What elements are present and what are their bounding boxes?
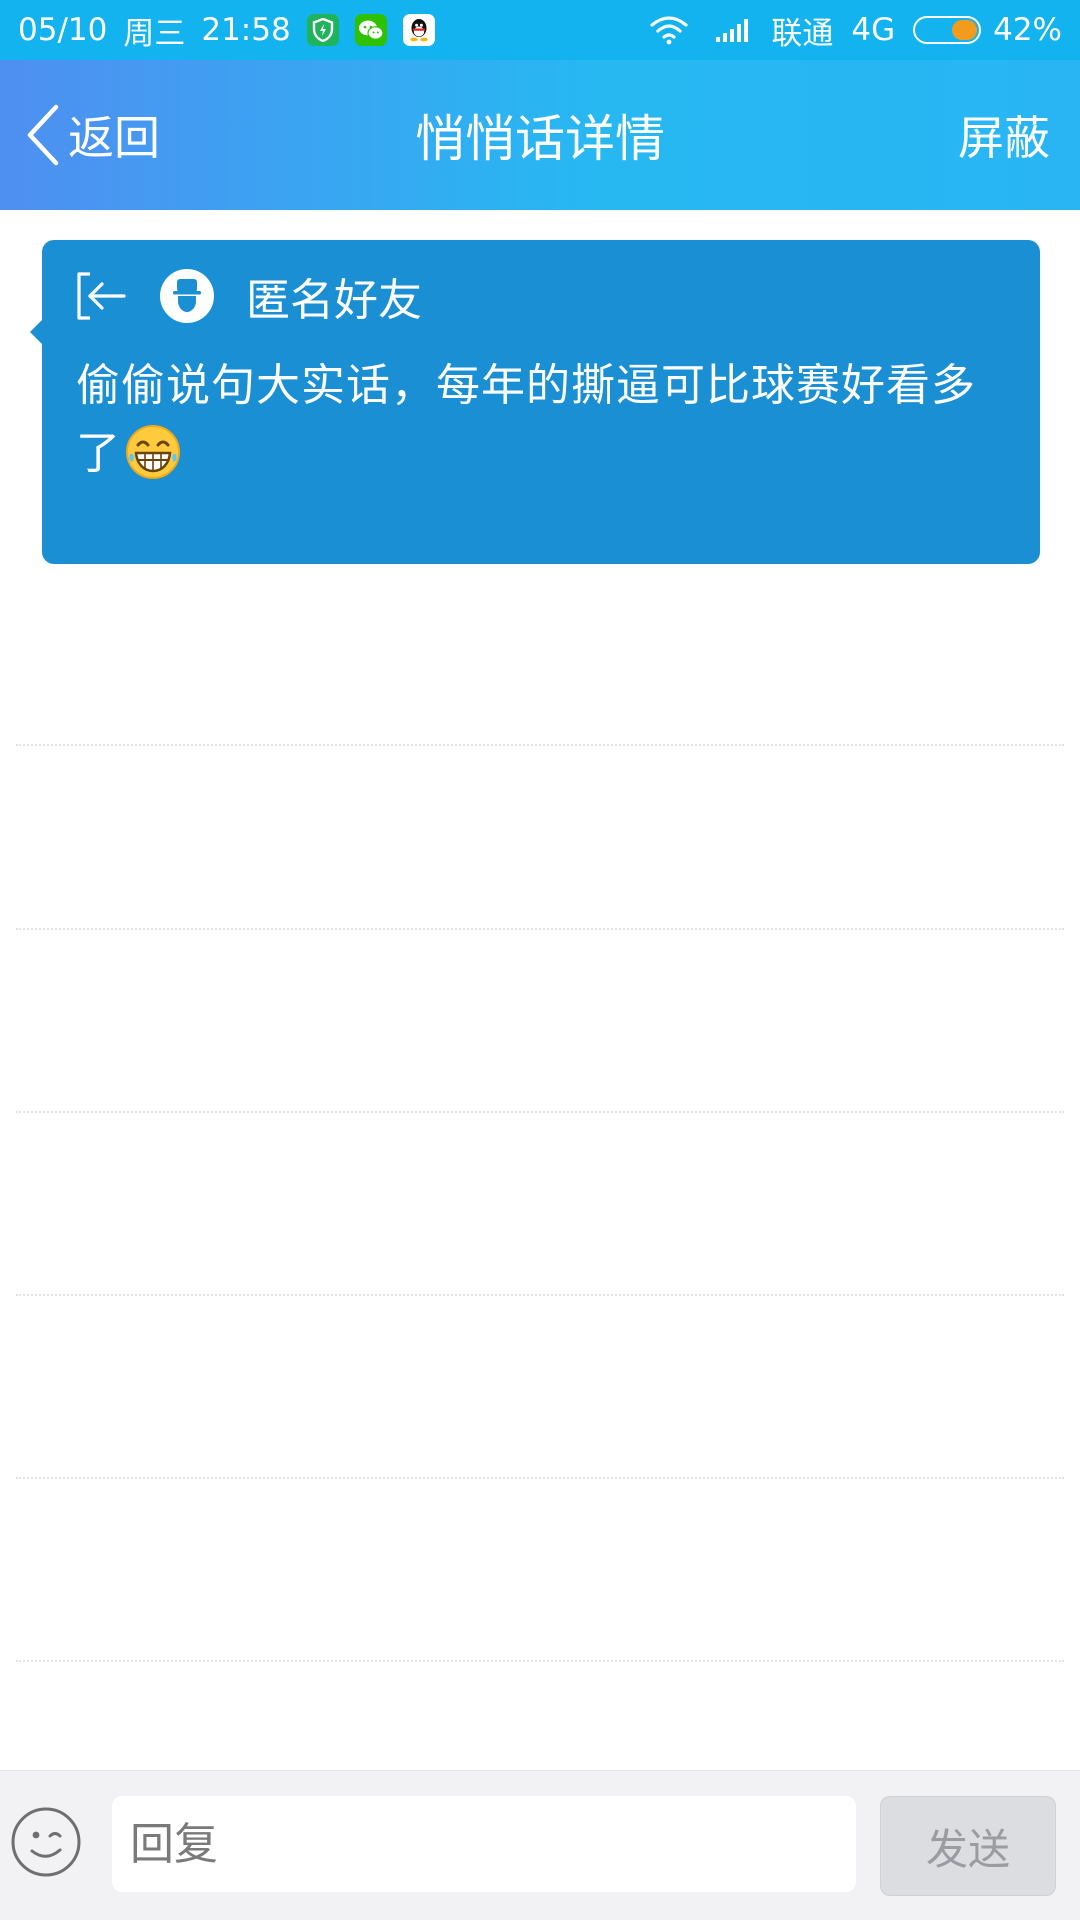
reply-row-divider bbox=[16, 1660, 1064, 1662]
message-text: 偷偷说句大实话，每年的撕逼可比球赛好看多了 bbox=[76, 360, 976, 479]
reply-row-divider bbox=[16, 1477, 1064, 1479]
block-button[interactable]: 屏蔽 bbox=[958, 60, 1050, 210]
reply-row-divider bbox=[16, 928, 1064, 930]
chevron-left-icon bbox=[24, 103, 64, 167]
reply-arrow-icon bbox=[74, 271, 128, 321]
reply-row-divider bbox=[16, 744, 1064, 746]
status-bar-left: 05/10 周三 21:58 bbox=[18, 0, 435, 60]
battery-percent: 42% bbox=[993, 12, 1062, 48]
sender-name: 匿名好友 bbox=[246, 275, 422, 326]
back-button[interactable]: 返回 bbox=[24, 60, 160, 210]
reply-input-bar: 发送 bbox=[0, 1770, 1080, 1920]
shield-icon bbox=[306, 14, 339, 46]
message-body: 偷偷说句大实话，每年的撕逼可比球赛好看多了 bbox=[76, 352, 996, 488]
status-date: 05/10 bbox=[18, 12, 108, 48]
nav-bar: 返回 悄悄话详情 屏蔽 bbox=[0, 60, 1080, 210]
grinning-sweat-emoji-icon bbox=[125, 424, 181, 480]
anonymous-avatar-icon bbox=[160, 269, 214, 323]
back-label: 返回 bbox=[68, 111, 160, 165]
reply-row-divider bbox=[16, 1111, 1064, 1113]
reply-row-divider bbox=[16, 1294, 1064, 1296]
network-type: 4G bbox=[851, 12, 896, 48]
reply-list bbox=[0, 564, 1080, 1770]
message-card: 匿名好友 偷偷说句大实话，每年的撕逼可比球赛好看多了 bbox=[30, 240, 1040, 564]
status-time: 21:58 bbox=[201, 12, 291, 48]
qq-icon bbox=[402, 14, 435, 46]
battery-icon bbox=[913, 16, 982, 44]
signal-icon bbox=[715, 17, 753, 43]
smiley-icon[interactable] bbox=[10, 1806, 82, 1878]
message-header: 匿名好友 bbox=[74, 268, 422, 326]
page-title: 悄悄话详情 bbox=[415, 110, 665, 168]
send-button[interactable]: 发送 bbox=[880, 1796, 1056, 1896]
status-bar-right: 联通 4G 42% bbox=[649, 0, 1062, 60]
wifi-icon bbox=[649, 15, 689, 45]
battery-level-fill bbox=[952, 20, 978, 40]
status-bar: 05/10 周三 21:58 联通 4G 42% bbox=[0, 0, 1080, 60]
reply-input[interactable] bbox=[112, 1796, 856, 1892]
wechat-icon bbox=[354, 14, 387, 46]
carrier-label: 联通 bbox=[771, 15, 834, 52]
status-weekday: 周三 bbox=[123, 15, 186, 52]
